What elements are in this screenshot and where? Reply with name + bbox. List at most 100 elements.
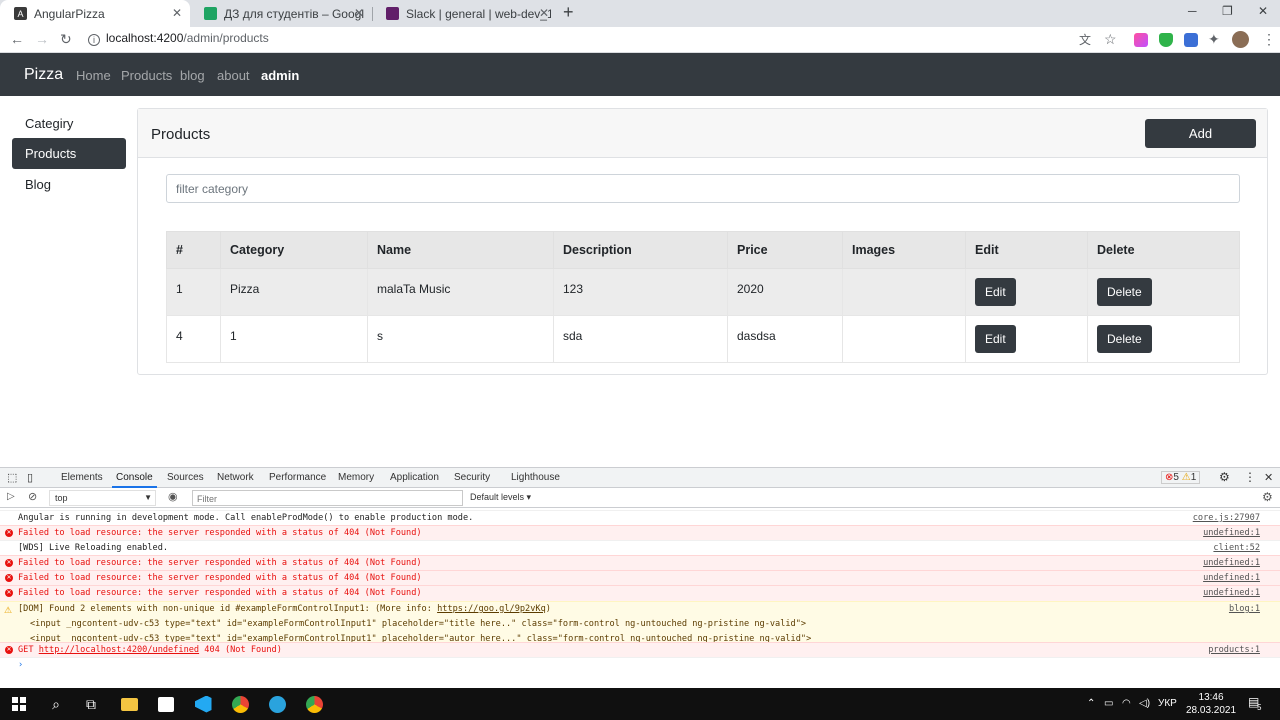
- forward-icon[interactable]: →: [35, 31, 49, 47]
- puzzle-icon[interactable]: ✦: [1208, 31, 1220, 48]
- source-link[interactable]: products:1: [1208, 643, 1260, 658]
- back-icon[interactable]: ←: [10, 31, 24, 47]
- maximize-icon[interactable]: ❐: [1222, 4, 1233, 18]
- extension-icon[interactable]: [1134, 33, 1148, 47]
- devtools-tab-elements[interactable]: Elements: [61, 472, 103, 483]
- devtools-tabs: ⬚ ▯ Elements Console Sources Network Per…: [0, 468, 1280, 488]
- windows-start-icon[interactable]: [8, 694, 30, 714]
- devtools-tab-sources[interactable]: Sources: [167, 472, 204, 483]
- chrome-icon[interactable]: [303, 694, 325, 714]
- wifi-icon[interactable]: ◠: [1122, 698, 1131, 709]
- cell-price: dasdsa: [727, 315, 843, 363]
- tab-slack[interactable]: Slack | general | web-dev_19_m... ✕: [372, 0, 557, 27]
- nav-link-about[interactable]: about: [217, 68, 250, 83]
- context-selector[interactable]: top ▼: [49, 490, 156, 506]
- error-icon: ✕: [5, 589, 13, 597]
- file-explorer-icon[interactable]: [118, 694, 140, 714]
- tab-angularpizza[interactable]: A AngularPizza ✕: [0, 0, 190, 27]
- source-link[interactable]: client:52: [1213, 541, 1260, 556]
- cell-category: Pizza: [220, 268, 368, 316]
- tray-chevron-icon[interactable]: ⌃: [1087, 698, 1095, 709]
- store-icon[interactable]: [155, 694, 177, 714]
- devtools-menu-icon[interactable]: ⋮: [1244, 470, 1256, 484]
- extension-icon[interactable]: [1184, 33, 1198, 47]
- close-tab-icon[interactable]: ✕: [354, 6, 364, 20]
- close-tab-icon[interactable]: ✕: [539, 6, 549, 20]
- source-link[interactable]: undefined:1: [1203, 526, 1260, 541]
- delete-button[interactable]: Delete: [1097, 325, 1152, 353]
- devtools-tab-security[interactable]: Security: [454, 472, 490, 483]
- settings-gear-icon[interactable]: ⚙: [1219, 470, 1230, 484]
- source-link[interactable]: undefined:1: [1203, 556, 1260, 571]
- sidebar-item-blog[interactable]: Blog: [12, 169, 126, 200]
- close-window-icon[interactable]: ✕: [1258, 4, 1268, 18]
- nav-link-admin[interactable]: admin: [261, 68, 299, 83]
- battery-icon[interactable]: ▭: [1104, 698, 1113, 709]
- reload-icon[interactable]: ↻: [60, 31, 72, 48]
- source-link[interactable]: core.js:27907: [1193, 511, 1260, 526]
- devtools-tab-lighthouse[interactable]: Lighthouse: [511, 472, 560, 483]
- source-link[interactable]: blog:1: [1229, 602, 1260, 617]
- profile-avatar[interactable]: [1232, 31, 1249, 48]
- devtools-tab-performance[interactable]: Performance: [269, 472, 326, 483]
- sidebar-item-products[interactable]: Products: [12, 138, 126, 169]
- devtools-tab-console[interactable]: Console: [112, 472, 157, 488]
- edit-button[interactable]: Edit: [975, 325, 1016, 353]
- inspect-element-icon[interactable]: ⬚: [7, 471, 17, 484]
- telegram-icon[interactable]: [266, 694, 288, 714]
- nav-link-home[interactable]: Home: [76, 68, 111, 83]
- cell-category: 1: [220, 315, 368, 363]
- translate-icon[interactable]: 文: [1079, 31, 1091, 48]
- search-icon[interactable]: ⌕: [45, 694, 67, 714]
- device-toolbar-icon[interactable]: ▯: [27, 471, 33, 484]
- filter-category-input[interactable]: [166, 174, 1240, 203]
- nav-link-products[interactable]: Products: [121, 68, 172, 83]
- nav-link-blog[interactable]: blog: [180, 68, 205, 83]
- issues-counter[interactable]: ⊗5 ⚠1: [1161, 471, 1201, 484]
- source-link[interactable]: undefined:1: [1203, 571, 1260, 586]
- brand-logo[interactable]: Pizza: [24, 66, 63, 84]
- console-error: ✕ Failed to load resource: the server res…: [0, 525, 1280, 541]
- log-levels-dropdown[interactable]: Default levels ▾: [470, 492, 531, 503]
- devtools-tab-memory[interactable]: Memory: [338, 472, 374, 483]
- vscode-icon[interactable]: [192, 694, 214, 714]
- bookmark-star-icon[interactable]: ☆: [1104, 31, 1117, 48]
- add-product-button[interactable]: Add: [1145, 119, 1256, 148]
- sidebar-toggle-icon[interactable]: ▷: [7, 491, 15, 502]
- more-info-link[interactable]: https://goo.gl/9p2vKq: [437, 604, 546, 614]
- console-settings-icon[interactable]: ⚙: [1262, 490, 1273, 504]
- request-url-link[interactable]: http://localhost:4200/undefined: [39, 645, 199, 655]
- source-link[interactable]: undefined:1: [1203, 586, 1260, 601]
- shield-extension-icon[interactable]: [1159, 33, 1173, 47]
- console-warning: ⚠ [DOM] Found 2 elements with non-unique …: [0, 601, 1280, 643]
- minimize-icon[interactable]: ─: [1188, 4, 1197, 18]
- tab-google-drive[interactable]: ДЗ для студентів – Google Диск ✕: [190, 0, 372, 27]
- language-indicator[interactable]: УКР: [1158, 698, 1177, 709]
- menu-kebab-icon[interactable]: ⋮: [1262, 31, 1276, 48]
- clear-console-icon[interactable]: ⊘: [28, 490, 37, 503]
- column-header: Category: [220, 231, 368, 269]
- eye-icon[interactable]: ◉: [168, 490, 178, 503]
- volume-icon[interactable]: ◁): [1139, 698, 1150, 709]
- cell-edit: Edit: [965, 268, 1088, 316]
- page-title: Products: [151, 126, 211, 143]
- console-error: ✕ Failed to load resource: the server res…: [0, 585, 1280, 601]
- error-icon: ✕: [5, 574, 13, 582]
- chrome-icon[interactable]: [229, 694, 251, 714]
- console-filter-input[interactable]: [192, 490, 463, 506]
- delete-button[interactable]: Delete: [1097, 278, 1152, 306]
- devtools-tab-application[interactable]: Application: [390, 472, 439, 483]
- site-info-icon[interactable]: i: [88, 34, 100, 46]
- close-devtools-icon[interactable]: ✕: [1264, 471, 1273, 484]
- sidebar-item-category[interactable]: Categiry: [12, 108, 126, 139]
- clock[interactable]: 13:46 28.03.2021: [1186, 691, 1236, 717]
- new-tab-icon[interactable]: +: [563, 2, 574, 23]
- task-view-icon[interactable]: ⧉: [80, 694, 102, 714]
- devtools-tab-network[interactable]: Network: [217, 472, 254, 483]
- console-prompt[interactable]: ›: [0, 657, 1280, 673]
- column-header: Delete: [1087, 231, 1240, 269]
- close-tab-icon[interactable]: ✕: [172, 6, 182, 20]
- warning-icon: ⚠: [1181, 472, 1191, 483]
- address-bar[interactable]: i localhost:4200/admin/products: [88, 31, 269, 46]
- edit-button[interactable]: Edit: [975, 278, 1016, 306]
